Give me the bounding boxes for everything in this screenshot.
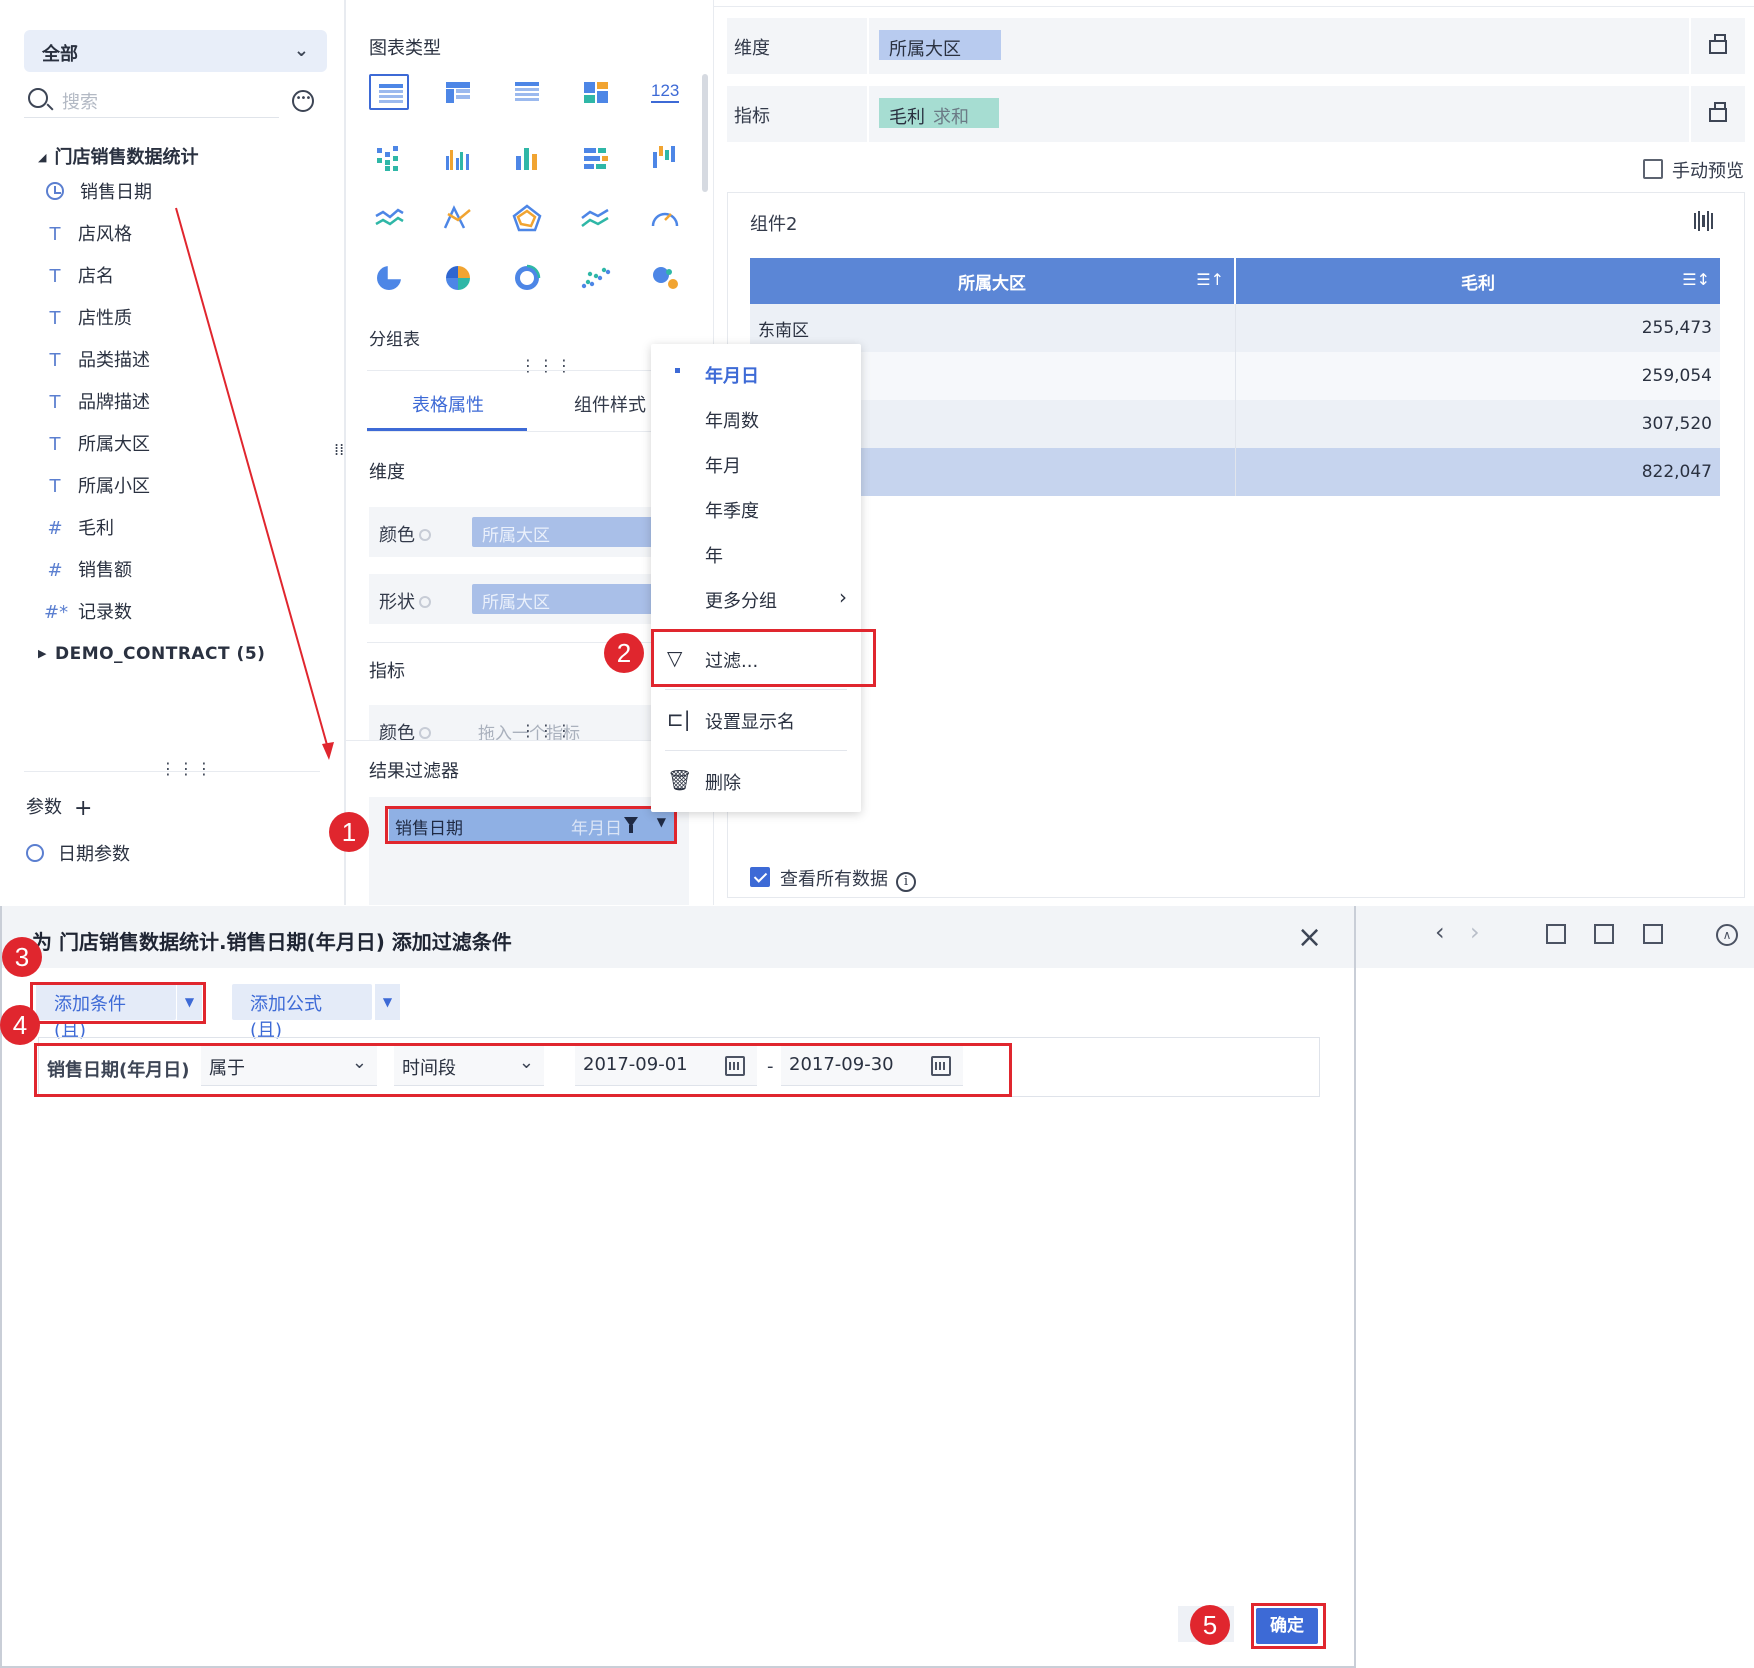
menu-item-ymd[interactable]: 年月日 xyxy=(705,362,759,388)
highlight-box-5 xyxy=(1251,1603,1326,1649)
metric-chip-aggregation: 求和 xyxy=(933,107,969,128)
insert-text-icon[interactable] xyxy=(1643,924,1663,944)
step-badge-2: 2 xyxy=(604,633,644,673)
dimension-shelf: 维度 所属大区 xyxy=(727,18,1745,74)
add-formula-button[interactable]: 添加公式(且) xyxy=(232,984,372,1041)
chevron-right-icon: › xyxy=(839,585,847,609)
menu-item-year-week[interactable]: 年周数 xyxy=(705,407,759,433)
sort-desc-icon[interactable]: ☰↕ xyxy=(1682,270,1710,289)
highlight-box-4 xyxy=(34,1043,1012,1097)
column-header-profit[interactable]: 毛利 ☰↕ xyxy=(1235,258,1720,304)
view-all-data-label: 查看所有数据 i xyxy=(780,865,916,892)
metric-chip[interactable]: 毛利 求和 xyxy=(879,98,999,128)
table-row[interactable]: 东南区 255,473 xyxy=(750,304,1720,352)
table-row[interactable]: 822,047 xyxy=(750,448,1720,496)
data-table: 所属大区 ☰↑ 毛利 ☰↕ 东南区 255,473 259,054 307,520 8… xyxy=(750,258,1720,496)
menu-item-delete[interactable]: 删除 xyxy=(705,769,741,795)
selected-bullet-icon xyxy=(675,368,680,373)
sort-asc-icon[interactable]: ☰↑ xyxy=(1196,270,1224,289)
divider xyxy=(1689,18,1691,74)
step-badge-3: 3 xyxy=(2,937,42,977)
view-all-data-checkbox[interactable] xyxy=(750,867,770,887)
menu-separator xyxy=(665,750,847,751)
table-row[interactable]: 307,520 xyxy=(750,400,1720,448)
shelf-settings-icon[interactable] xyxy=(1709,102,1727,122)
drag-arrow-head xyxy=(322,742,334,760)
component-title: 组件2 xyxy=(750,214,798,235)
table-header-row: 所属大区 ☰↑ 毛利 ☰↕ xyxy=(750,258,1720,304)
collapse-up-icon[interactable]: ∧ xyxy=(1716,924,1738,946)
menu-item-set-display-name[interactable]: 设置显示名 xyxy=(705,708,795,734)
divider xyxy=(867,18,869,74)
dialog-title: 为 门店销售数据统计.销售日期(年月日) 添加过滤条件 xyxy=(32,930,512,954)
close-icon[interactable]: × xyxy=(1297,920,1322,955)
highlight-box-2 xyxy=(651,629,876,687)
metric-shelf: 指标 毛利 求和 xyxy=(727,86,1745,142)
divider xyxy=(867,86,869,142)
cell-profit: 255,473 xyxy=(1235,304,1720,352)
highlight-box-3 xyxy=(30,982,206,1024)
metric-shelf-label: 指标 xyxy=(734,106,770,127)
cell-profit: 822,047 xyxy=(1235,448,1720,496)
cell-profit: 307,520 xyxy=(1235,400,1720,448)
insert-chart-icon[interactable] xyxy=(1546,924,1566,944)
step-badge-5: 5 xyxy=(1190,1605,1230,1645)
insert-table-icon[interactable] xyxy=(1594,924,1614,944)
add-formula-dropdown[interactable]: ▼ xyxy=(374,984,400,1020)
top-border xyxy=(714,6,1754,7)
dimension-shelf-label: 维度 xyxy=(734,38,770,59)
menu-item-more-groups[interactable]: 更多分组 xyxy=(705,587,777,613)
field-context-menu: 年月日 年周数 年月 年季度 年 更多分组 › ▽ 过滤... ⊏| 设置显示名… xyxy=(651,344,861,812)
menu-item-year-month[interactable]: 年月 xyxy=(705,452,741,478)
divider xyxy=(1689,86,1691,142)
menu-separator xyxy=(665,689,847,690)
menu-item-year-quarter[interactable]: 年季度 xyxy=(705,497,759,523)
drag-arrow-line xyxy=(175,207,330,753)
cell-profit: 259,054 xyxy=(1235,352,1720,400)
trash-icon: 🗑 xyxy=(667,768,693,792)
manual-preview-label: 手动预览 xyxy=(1672,161,1744,182)
metric-chip-field: 毛利 xyxy=(889,107,925,128)
prev-page-icon[interactable]: ‹ xyxy=(1435,918,1445,946)
table-row[interactable]: 259,054 xyxy=(750,352,1720,400)
barcode-icon[interactable] xyxy=(1693,210,1715,232)
manual-preview-checkbox[interactable] xyxy=(1643,159,1663,179)
menu-item-year[interactable]: 年 xyxy=(705,542,723,568)
info-icon[interactable]: i xyxy=(896,872,916,892)
shelf-settings-icon[interactable] xyxy=(1709,34,1727,54)
dimension-chip[interactable]: 所属大区 xyxy=(879,30,1001,60)
column-header-region[interactable]: 所属大区 ☰↑ xyxy=(750,258,1236,304)
rename-icon: ⊏| xyxy=(667,707,691,731)
next-page-icon[interactable]: › xyxy=(1470,918,1480,946)
step-badge-4: 4 xyxy=(0,1005,40,1045)
